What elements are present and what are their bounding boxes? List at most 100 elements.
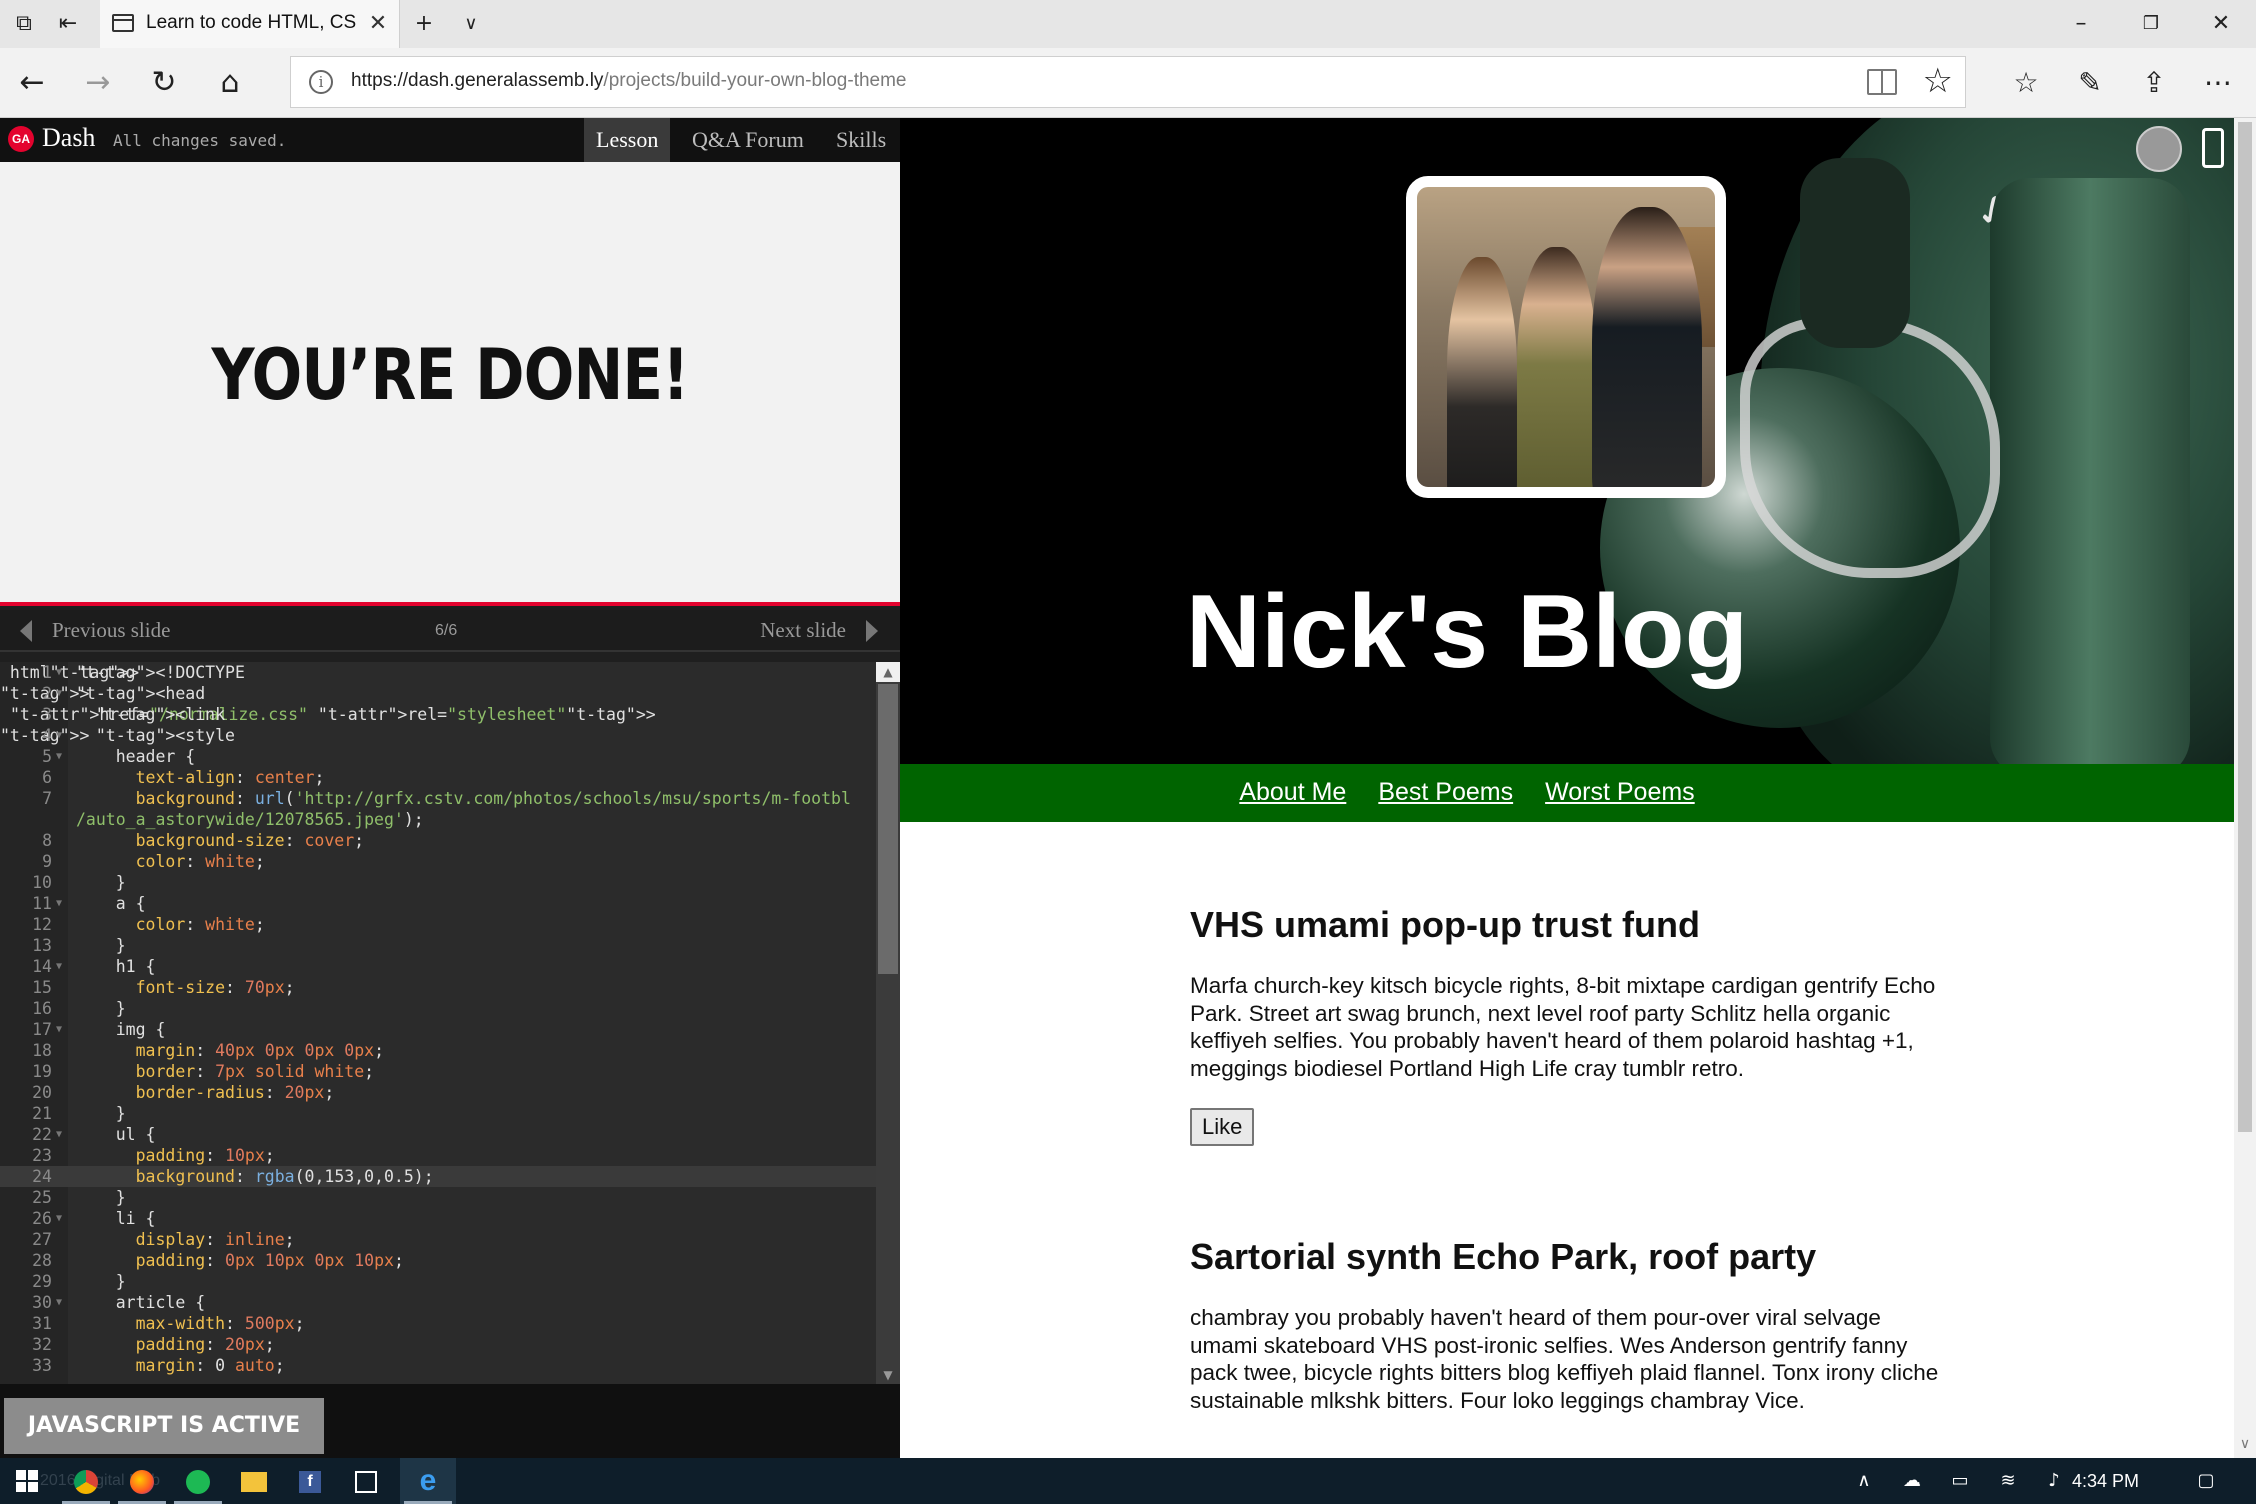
code-line[interactable]: 8 background-size: cover;: [0, 830, 876, 851]
preview-scrollbar[interactable]: ∨: [2234, 118, 2256, 1458]
code-line[interactable]: 27 display: inline;: [0, 1229, 876, 1250]
close-window-icon[interactable]: ✕: [2198, 6, 2244, 42]
tab-qa-forum[interactable]: Q&A Forum: [680, 118, 816, 162]
code-line[interactable]: 6 text-align: center;: [0, 767, 876, 788]
close-tab-icon[interactable]: ✕: [362, 8, 394, 40]
fold-toggle-icon[interactable]: ▼: [56, 956, 62, 977]
scroll-down-icon[interactable]: ▼: [876, 1366, 900, 1384]
fold-toggle-icon[interactable]: ▼: [56, 1019, 62, 1040]
tab-list-chevron-icon[interactable]: ∨: [455, 8, 487, 40]
code-line[interactable]: 2 ▼ "t-tag"><head "t-tag">>: [0, 683, 876, 704]
code-line[interactable]: 23 padding: 10px;: [0, 1145, 876, 1166]
code-line[interactable]: 29 }: [0, 1271, 876, 1292]
file-explorer-icon[interactable]: [226, 1458, 282, 1504]
code-line[interactable]: 13 }: [0, 935, 876, 956]
code-line[interactable]: 4 ▼ "t-tag"><style "t-tag">>: [0, 725, 876, 746]
forward-arrow-icon[interactable]: →: [78, 63, 118, 103]
spotify-icon[interactable]: [170, 1458, 226, 1504]
minimize-window-icon[interactable]: –: [2058, 6, 2104, 42]
fold-toggle-icon[interactable]: ▼: [56, 683, 62, 704]
show-hidden-icons-chevron-icon[interactable]: ∧: [1846, 1458, 1882, 1504]
more-menu-icon[interactable]: ⋯: [2196, 62, 2240, 104]
code-line[interactable]: 18 margin: 40px 0px 0px 0px;: [0, 1040, 876, 1061]
code-line[interactable]: 32 padding: 20px;: [0, 1334, 876, 1355]
ga-logo-icon[interactable]: GA: [8, 126, 34, 152]
code-line[interactable]: 14 ▼ h1 {: [0, 956, 876, 977]
site-info-icon[interactable]: i: [309, 70, 333, 94]
code-line[interactable]: 33 margin: 0 auto;: [0, 1355, 876, 1376]
code-line[interactable]: 5 ▼ header {: [0, 746, 876, 767]
browser-tab-active[interactable]: Learn to code HTML, CSS ✕: [100, 0, 400, 48]
code-line[interactable]: 7 background: url('http://grfx.cstv.com/…: [0, 788, 876, 830]
fold-toggle-icon[interactable]: ▼: [56, 746, 62, 767]
code-line[interactable]: 21 }: [0, 1103, 876, 1124]
like-button[interactable]: Like: [1190, 1108, 1255, 1146]
next-slide-button[interactable]: Next slide: [760, 618, 846, 643]
code-line[interactable]: 31 max-width: 500px;: [0, 1313, 876, 1334]
tab-skills[interactable]: Skills: [824, 118, 898, 162]
facebook-icon[interactable]: f: [282, 1458, 338, 1504]
new-tab-icon[interactable]: +: [408, 8, 440, 40]
tab-preview-icon[interactable]: ⧉: [8, 8, 40, 40]
edge-icon[interactable]: e: [400, 1458, 456, 1504]
home-icon[interactable]: ⌂: [210, 63, 250, 103]
volume-icon[interactable]: ♪: [2036, 1458, 2072, 1504]
code-line[interactable]: 20 border-radius: 20px;: [0, 1082, 876, 1103]
next-arrow-icon[interactable]: [866, 620, 878, 642]
onedrive-cloud-icon[interactable]: ☁: [1894, 1458, 1930, 1504]
share-icon[interactable]: ⇪: [2132, 62, 2176, 104]
clock-time[interactable]: 4:34 PM: [2072, 1458, 2139, 1504]
favorites-hub-icon[interactable]: ☆: [2004, 62, 2048, 104]
reading-view-icon[interactable]: [1867, 69, 1897, 95]
dash-brand[interactable]: Dash: [42, 123, 95, 153]
fold-toggle-icon[interactable]: ▼: [56, 725, 62, 746]
code-line[interactable]: 3 "t-tag"><link "t-attr">href="/normaliz…: [0, 704, 876, 725]
store-icon[interactable]: [338, 1458, 394, 1504]
set-tabs-aside-icon[interactable]: ⇤: [52, 8, 84, 40]
nav-link-best-poems[interactable]: Best Poems: [1378, 764, 1513, 820]
wifi-icon[interactable]: ≋: [1990, 1458, 2026, 1504]
preview-scroll-down-icon[interactable]: ∨: [2234, 1436, 2256, 1458]
web-note-pen-icon[interactable]: ✎: [2068, 62, 2112, 104]
code-line[interactable]: 11 ▼ a {: [0, 893, 876, 914]
back-arrow-icon[interactable]: ←: [12, 63, 52, 103]
fold-toggle-icon[interactable]: ▼: [56, 1208, 62, 1229]
fold-toggle-icon[interactable]: ▼: [56, 893, 62, 914]
refresh-icon[interactable]: ↻: [144, 63, 184, 103]
code-line[interactable]: 26 ▼ li {: [0, 1208, 876, 1229]
action-center-icon[interactable]: ▢: [2188, 1458, 2224, 1504]
preview-scroll-thumb[interactable]: [2238, 122, 2252, 1132]
fold-toggle-icon[interactable]: ▼: [56, 662, 62, 683]
code-line[interactable]: 1 ▼ "t-tag"><!DOCTYPE html"t-tag">>: [0, 662, 876, 683]
nav-link-worst-poems[interactable]: Worst Poems: [1545, 764, 1695, 820]
tab-lesson[interactable]: Lesson: [584, 118, 671, 162]
javascript-active-button[interactable]: JAVASCRIPT IS ACTIVE: [4, 1398, 324, 1454]
favorite-star-icon[interactable]: ☆: [1923, 61, 1953, 101]
scroll-up-icon[interactable]: ▲: [876, 662, 900, 682]
nav-link-about-me[interactable]: About Me: [1239, 764, 1346, 820]
code-line[interactable]: 16 }: [0, 998, 876, 1019]
previous-slide-button[interactable]: Previous slide: [52, 618, 170, 643]
code-line[interactable]: 25 }: [0, 1187, 876, 1208]
battery-icon[interactable]: ▭: [1942, 1458, 1978, 1504]
chrome-icon[interactable]: [58, 1458, 114, 1504]
code-line[interactable]: 28 padding: 0px 10px 0px 10px;: [0, 1250, 876, 1271]
previous-arrow-icon[interactable]: [20, 620, 32, 642]
mobile-view-phone-icon[interactable]: [2202, 128, 2224, 168]
code-line[interactable]: 10 }: [0, 872, 876, 893]
editor-scrollbar[interactable]: ▲ ▼: [876, 662, 900, 1384]
url-input[interactable]: i https://dash.generalassemb.ly/projects…: [290, 56, 1966, 108]
code-line[interactable]: 30 ▼ article {: [0, 1292, 876, 1313]
fold-toggle-icon[interactable]: ▼: [56, 1124, 62, 1145]
firefox-icon[interactable]: [114, 1458, 170, 1504]
code-line[interactable]: 15 font-size: 70px;: [0, 977, 876, 998]
code-editor[interactable]: 1 ▼ "t-tag"><!DOCTYPE html"t-tag">> 2 ▼ "t-ta…: [0, 662, 900, 1384]
restore-window-icon[interactable]: ❐: [2128, 6, 2174, 42]
code-line[interactable]: 22 ▼ ul {: [0, 1124, 876, 1145]
code-line[interactable]: 24 background: rgba(0,153,0,0.5);: [0, 1166, 876, 1187]
code-line[interactable]: 9 color: white;: [0, 851, 876, 872]
device-toggle-circle-icon[interactable]: [2136, 126, 2182, 172]
code-line[interactable]: 19 border: 7px solid white;: [0, 1061, 876, 1082]
code-line[interactable]: 12 color: white;: [0, 914, 876, 935]
code-line[interactable]: 17 ▼ img {: [0, 1019, 876, 1040]
